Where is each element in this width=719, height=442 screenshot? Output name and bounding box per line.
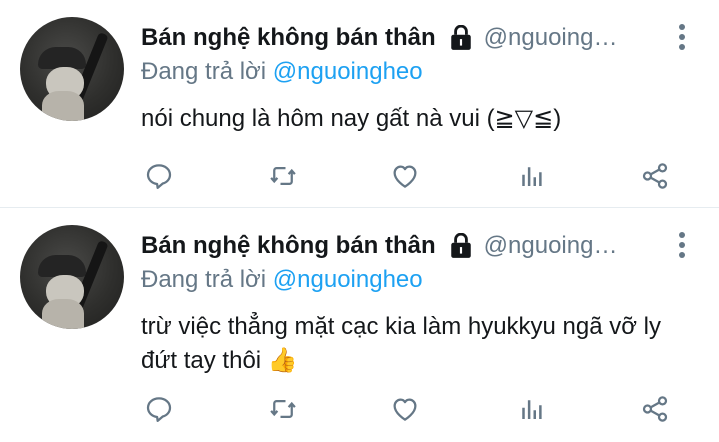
replying-to: Đang trả lời @nguoingheo bbox=[141, 58, 423, 86]
display-name[interactable]: Bán nghệ không bán thân bbox=[141, 232, 436, 260]
replying-to: Đang trả lời @nguoingheo bbox=[141, 266, 423, 294]
analytics-icon[interactable] bbox=[513, 391, 549, 427]
share-icon[interactable] bbox=[637, 391, 673, 427]
lock-icon bbox=[448, 24, 474, 51]
mention-link[interactable]: @nguoingheo bbox=[273, 58, 423, 85]
tweet-header: Bán nghệ không bán thân @nguoing… bbox=[141, 230, 661, 262]
tweet-text: trừ việc thẳng mặt cạc kia làm hyukkyu n… bbox=[141, 313, 662, 374]
heart-icon[interactable] bbox=[387, 158, 423, 194]
user-handle[interactable]: @nguoing… bbox=[484, 24, 618, 52]
avatar[interactable] bbox=[20, 225, 124, 329]
replying-prefix: Đang trả lời bbox=[141, 266, 267, 293]
tweet-actions bbox=[141, 158, 681, 194]
tweet-header: Bán nghệ không bán thân @nguoing… bbox=[141, 22, 661, 54]
more-vertical-icon[interactable] bbox=[677, 24, 687, 50]
avatar[interactable] bbox=[20, 17, 124, 121]
lock-icon bbox=[448, 232, 474, 259]
mention-link[interactable]: @nguoingheo bbox=[273, 266, 423, 293]
heart-icon[interactable] bbox=[387, 391, 423, 427]
display-name[interactable]: Bán nghệ không bán thân bbox=[141, 24, 436, 52]
retweet-icon[interactable] bbox=[265, 158, 301, 194]
tweet[interactable]: Bán nghệ không bán thân @nguoing… Đang t… bbox=[0, 0, 719, 208]
more-vertical-icon[interactable] bbox=[677, 232, 687, 258]
tweet[interactable]: Bán nghệ không bán thân @nguoing… Đang t… bbox=[0, 208, 719, 442]
user-handle[interactable]: @nguoing… bbox=[484, 232, 618, 260]
replying-prefix: Đang trả lời bbox=[141, 58, 267, 85]
tweet-text: nói chung là hôm nay gất nà vui (≧▽≦) bbox=[141, 105, 562, 132]
share-icon[interactable] bbox=[637, 158, 673, 194]
tweet-actions bbox=[141, 391, 681, 427]
comment-icon[interactable] bbox=[141, 391, 177, 427]
comment-icon[interactable] bbox=[141, 158, 177, 194]
analytics-icon[interactable] bbox=[513, 158, 549, 194]
tweet-feed: Bán nghệ không bán thân @nguoing… Đang t… bbox=[0, 0, 719, 442]
retweet-icon[interactable] bbox=[265, 391, 301, 427]
